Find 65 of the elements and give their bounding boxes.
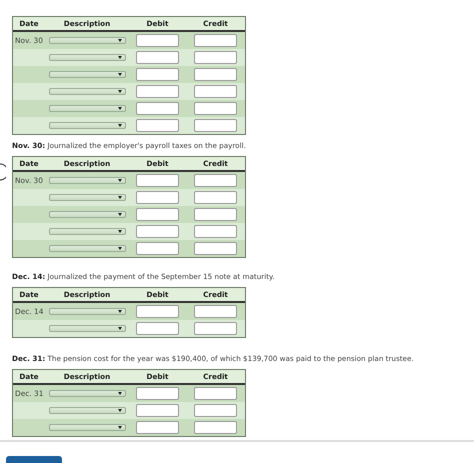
credit-input[interactable] xyxy=(194,174,237,187)
account-dropdown[interactable] xyxy=(48,245,126,252)
account-dropdown[interactable] xyxy=(48,88,126,95)
account-dropdown[interactable] xyxy=(48,407,126,414)
debit-input[interactable] xyxy=(136,305,179,318)
debit-input[interactable] xyxy=(136,102,179,115)
account-dropdown[interactable] xyxy=(48,177,126,184)
caret-icon xyxy=(118,392,122,395)
credit-input[interactable] xyxy=(194,119,237,132)
caret-icon xyxy=(118,230,122,233)
caret-icon xyxy=(118,73,122,76)
credit-input[interactable] xyxy=(194,242,237,255)
debit-input[interactable] xyxy=(136,119,179,132)
debit-input[interactable] xyxy=(136,68,179,81)
account-dropdown[interactable] xyxy=(48,194,126,201)
account-dropdown[interactable] xyxy=(48,308,126,315)
debit-input[interactable] xyxy=(136,191,179,204)
caret-icon xyxy=(118,39,122,42)
caret-icon xyxy=(118,179,122,182)
debit-input[interactable] xyxy=(136,404,179,417)
credit-input[interactable] xyxy=(194,208,237,221)
account-dropdown[interactable] xyxy=(48,325,126,332)
caret-icon xyxy=(118,213,122,216)
debit-input[interactable] xyxy=(136,208,179,221)
account-dropdown[interactable] xyxy=(48,228,126,235)
circle-edge-icon xyxy=(0,163,6,181)
account-dropdown[interactable] xyxy=(48,424,126,431)
debit-input[interactable] xyxy=(136,174,179,187)
caret-icon xyxy=(118,124,122,127)
credit-input[interactable] xyxy=(194,85,237,98)
caret-icon xyxy=(118,409,122,412)
debit-input[interactable] xyxy=(136,34,179,47)
credit-input[interactable] xyxy=(194,421,237,434)
debit-input[interactable] xyxy=(136,387,179,400)
caret-icon xyxy=(118,56,122,59)
credit-input[interactable] xyxy=(194,322,237,335)
debit-input[interactable] xyxy=(136,225,179,238)
credit-input[interactable] xyxy=(194,305,237,318)
debit-input[interactable] xyxy=(136,51,179,64)
credit-input[interactable] xyxy=(194,387,237,400)
caret-icon xyxy=(118,196,122,199)
credit-input[interactable] xyxy=(194,225,237,238)
account-dropdown[interactable] xyxy=(48,211,126,218)
account-dropdown[interactable] xyxy=(48,54,126,61)
debit-input[interactable] xyxy=(136,85,179,98)
debit-input[interactable] xyxy=(136,421,179,434)
caret-icon xyxy=(118,247,122,250)
credit-input[interactable] xyxy=(194,191,237,204)
credit-input[interactable] xyxy=(194,404,237,417)
account-dropdown[interactable] xyxy=(48,390,126,397)
credit-input[interactable] xyxy=(194,51,237,64)
credit-input[interactable] xyxy=(194,34,237,47)
credit-input[interactable] xyxy=(194,68,237,81)
credit-input[interactable] xyxy=(194,102,237,115)
caret-icon xyxy=(118,426,122,429)
caret-icon xyxy=(118,90,122,93)
caret-icon xyxy=(118,107,122,110)
caret-icon xyxy=(118,310,122,313)
debit-input[interactable] xyxy=(136,322,179,335)
account-dropdown[interactable] xyxy=(48,122,126,129)
account-dropdown[interactable] xyxy=(48,105,126,112)
account-dropdown[interactable] xyxy=(48,37,126,44)
account-dropdown[interactable] xyxy=(48,71,126,78)
debit-input[interactable] xyxy=(136,242,179,255)
caret-icon xyxy=(118,327,122,330)
